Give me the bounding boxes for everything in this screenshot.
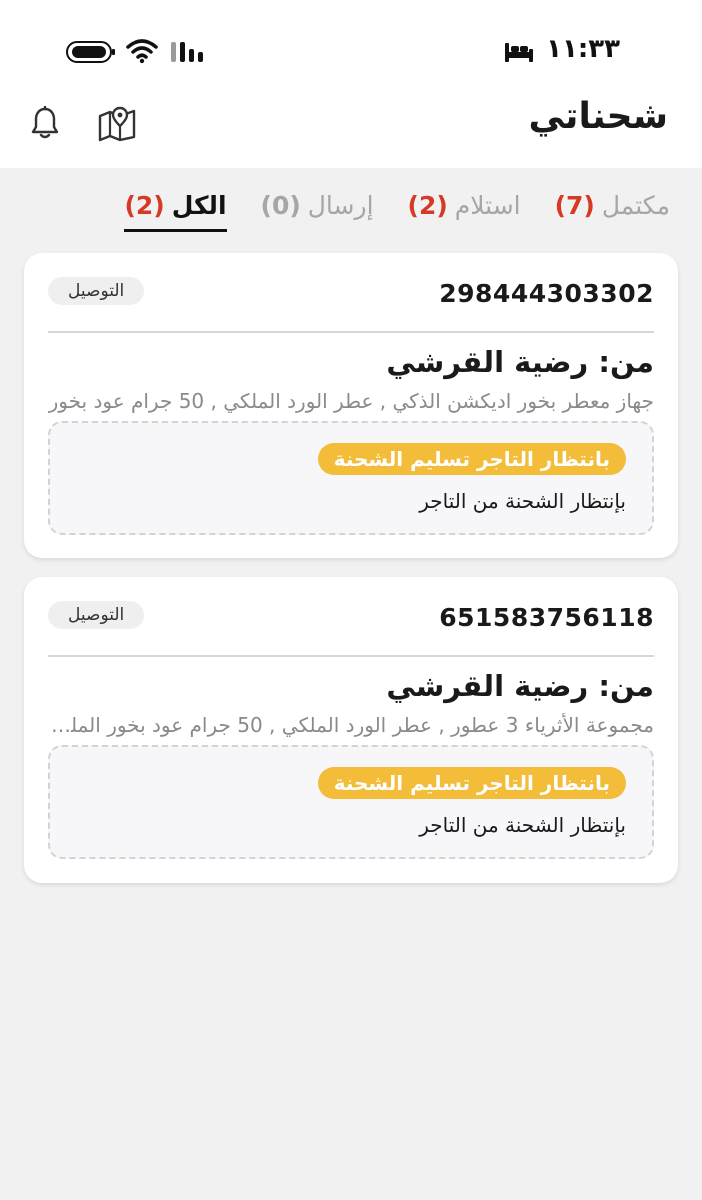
delivery-type-badge[interactable]: التوصيل (48, 601, 145, 629)
map-icon[interactable] (98, 106, 138, 146)
shipment-items: جهاز معطر بخور اديكشن الذكي , عطر الورد … (48, 389, 654, 413)
bell-icon[interactable] (30, 105, 60, 144)
shipment-number: 298444303302 (439, 279, 654, 308)
filter-tabs: الكل (2) إرسال (0) استلام (2) مكتمل (7) (124, 188, 670, 234)
app-bar: شحناتي (0, 88, 702, 168)
tab-count: (7) (554, 191, 595, 220)
status-box: بانتظار التاجر تسليم الشحنة بإنتظار الشح… (48, 745, 654, 859)
clock: ١١:٣٣ (546, 34, 620, 64)
bed-icon (504, 40, 534, 68)
divider (48, 655, 654, 657)
tab-label: إرسال (307, 191, 374, 220)
status-note: بإنتظار الشحنة من التاجر (419, 489, 626, 513)
shipment-number: 651583756118 (439, 603, 654, 632)
tab-label: استلام (454, 191, 521, 220)
tab-receive[interactable]: استلام (2) (408, 188, 521, 232)
status-badge: بانتظار التاجر تسليم الشحنة (317, 443, 626, 475)
tab-count: (0) (260, 191, 301, 220)
tab-count: (2) (407, 191, 448, 220)
shipment-card[interactable]: 298444303302 التوصيل من: رضية القرشي جها… (24, 253, 678, 558)
signal-icon (170, 40, 206, 68)
battery-icon (66, 40, 116, 68)
page-title: شحناتي (528, 96, 669, 137)
tab-label: مكتمل (601, 191, 670, 220)
status-bar: ١١:٣٣ (0, 0, 702, 88)
sender-name: من: رضية القرشي (386, 345, 654, 379)
status-badge: بانتظار التاجر تسليم الشحنة (317, 767, 626, 799)
shipment-items: مجموعة الأثرياء 3 عطور , عطر الورد الملك… (48, 713, 654, 737)
tab-all[interactable]: الكل (2) (124, 188, 227, 232)
divider (48, 331, 654, 333)
status-note: بإنتظار الشحنة من التاجر (419, 813, 626, 837)
tab-count: (2) (124, 191, 165, 220)
tab-label: الكل (171, 191, 227, 220)
tab-send[interactable]: إرسال (0) (261, 188, 374, 232)
shipment-card[interactable]: 651583756118 التوصيل من: رضية القرشي مجم… (24, 577, 678, 883)
wifi-icon (126, 38, 158, 68)
delivery-type-badge[interactable]: التوصيل (48, 277, 145, 305)
sender-name: من: رضية القرشي (386, 669, 654, 703)
status-box: بانتظار التاجر تسليم الشحنة بإنتظار الشح… (48, 421, 654, 535)
tab-completed[interactable]: مكتمل (7) (555, 188, 670, 232)
